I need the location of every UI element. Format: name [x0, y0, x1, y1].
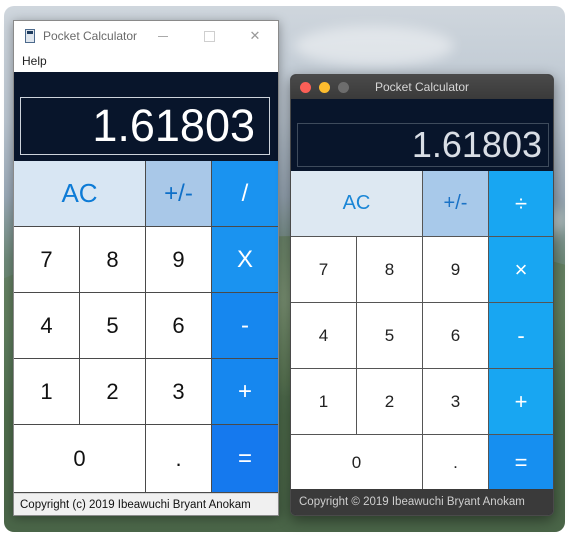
display-panel: 1.61803 — [14, 72, 278, 161]
subtract-button[interactable]: - — [212, 293, 278, 359]
digit-8-button[interactable]: 8 — [80, 227, 146, 293]
digit-2-button[interactable]: 2 — [80, 359, 146, 425]
digit-1-button[interactable]: 1 — [14, 359, 80, 425]
multiply-button[interactable]: X — [212, 227, 278, 293]
display-panel: 1.61803 — [291, 99, 553, 171]
digit-3-button[interactable]: 3 — [423, 369, 489, 435]
display-readout: 1.61803 — [297, 123, 549, 167]
toggle-sign-button[interactable]: +/- — [146, 161, 212, 227]
cloud — [294, 26, 454, 66]
windows-calculator-window: Pocket Calculator ✕ Help 1.61803 AC +/- … — [13, 20, 279, 516]
digit-4-button[interactable]: 4 — [291, 303, 357, 369]
digit-6-button[interactable]: 6 — [423, 303, 489, 369]
close-button[interactable]: ✕ — [232, 21, 278, 51]
equals-button[interactable]: = — [489, 435, 553, 491]
window-titlebar[interactable]: Pocket Calculator ✕ — [14, 21, 278, 51]
calculator-app-icon — [25, 29, 35, 43]
digit-8-button[interactable]: 8 — [357, 237, 423, 303]
keypad: AC +/- / 7 8 9 X 4 5 6 - 1 2 3 + 0 . = — [14, 161, 278, 493]
maximize-icon — [203, 30, 215, 42]
digit-5-button[interactable]: 5 — [357, 303, 423, 369]
digit-7-button[interactable]: 7 — [14, 227, 80, 293]
close-icon: ✕ — [249, 28, 261, 43]
window-title: Pocket Calculator — [43, 29, 138, 43]
digit-5-button[interactable]: 5 — [80, 293, 146, 359]
digit-9-button[interactable]: 9 — [146, 227, 212, 293]
decimal-point-button[interactable]: . — [423, 435, 489, 491]
digit-9-button[interactable]: 9 — [423, 237, 489, 303]
digit-4-button[interactable]: 4 — [14, 293, 80, 359]
minimize-button[interactable] — [140, 21, 186, 51]
divide-button[interactable]: / — [212, 161, 278, 227]
menu-bar: Help — [14, 51, 278, 71]
window-title: Pocket Calculator — [374, 80, 470, 94]
add-button[interactable]: + — [489, 369, 553, 435]
maximize-button[interactable] — [186, 21, 232, 51]
digit-3-button[interactable]: 3 — [146, 359, 212, 425]
divide-button[interactable]: ÷ — [489, 171, 553, 237]
subtract-button[interactable]: - — [489, 303, 553, 369]
decimal-point-button[interactable]: . — [146, 425, 212, 493]
equals-button[interactable]: = — [212, 425, 278, 493]
toggle-sign-button[interactable]: +/- — [423, 171, 489, 237]
minimize-icon — [158, 35, 168, 37]
status-bar: Copyright © 2019 Ibeawuchi Bryant Anokam — [291, 489, 553, 515]
mac-calculator-window: Pocket Calculator 1.61803 AC +/- ÷ 7 8 9… — [290, 74, 554, 516]
display-readout: 1.61803 — [20, 97, 270, 155]
multiply-button[interactable]: × — [489, 237, 553, 303]
window-titlebar[interactable]: Pocket Calculator — [291, 75, 553, 99]
all-clear-button[interactable]: AC — [14, 161, 146, 227]
digit-0-button[interactable]: 0 — [291, 435, 423, 491]
digit-2-button[interactable]: 2 — [357, 369, 423, 435]
keypad: AC +/- ÷ 7 8 9 × 4 5 6 - 1 2 3 + 0 . = — [291, 171, 553, 491]
all-clear-button[interactable]: AC — [291, 171, 423, 237]
digit-6-button[interactable]: 6 — [146, 293, 212, 359]
digit-0-button[interactable]: 0 — [14, 425, 146, 493]
add-button[interactable]: + — [212, 359, 278, 425]
status-bar: Copyright (c) 2019 Ibeawuchi Bryant Anok… — [14, 493, 278, 515]
menu-help[interactable]: Help — [22, 54, 47, 68]
digit-1-button[interactable]: 1 — [291, 369, 357, 435]
digit-7-button[interactable]: 7 — [291, 237, 357, 303]
